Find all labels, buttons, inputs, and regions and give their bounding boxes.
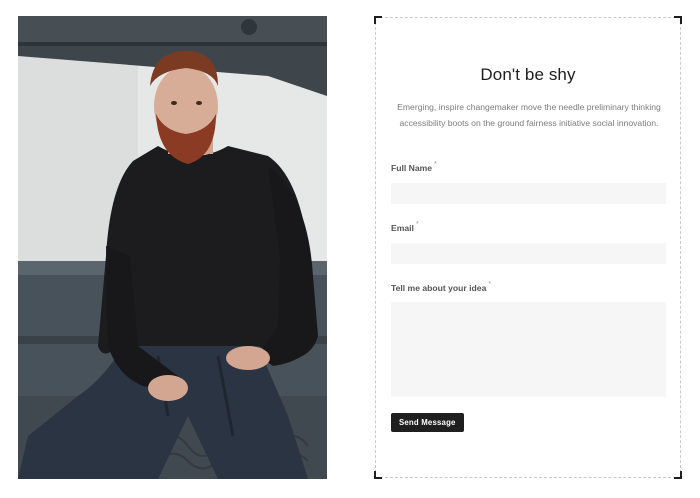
contact-page: Don't be shy Emerging, inspire changemak… [0,0,700,498]
portrait-illustration [18,16,327,479]
required-marker: * [415,221,419,228]
full-name-label-text: Full Name [391,163,433,173]
required-marker: * [488,281,492,288]
full-name-input[interactable] [391,183,666,204]
email-label: Email * [391,221,419,233]
form-title: Don't be shy [480,65,576,84]
idea-textarea[interactable] [391,302,666,397]
required-marker: * [434,161,437,168]
form-description: Emerging, inspire changemaker move the n… [397,102,661,128]
selection-corner-top-right [674,16,682,24]
email-label-text: Email [391,223,414,233]
selection-corner-bottom-right [674,471,682,479]
portrait-photo [18,16,327,479]
email-input[interactable] [391,243,666,264]
contact-form-panel: Don't be shy Emerging, inspire changemak… [374,16,682,479]
send-message-button[interactable]: Send Message [391,413,464,432]
full-name-label: Full Name * [391,161,437,173]
idea-label: Tell me about your idea * [391,281,492,293]
selection-corner-top-left [374,16,382,24]
idea-label-text: Tell me about your idea [391,283,487,293]
selection-corner-bottom-left [374,471,382,479]
